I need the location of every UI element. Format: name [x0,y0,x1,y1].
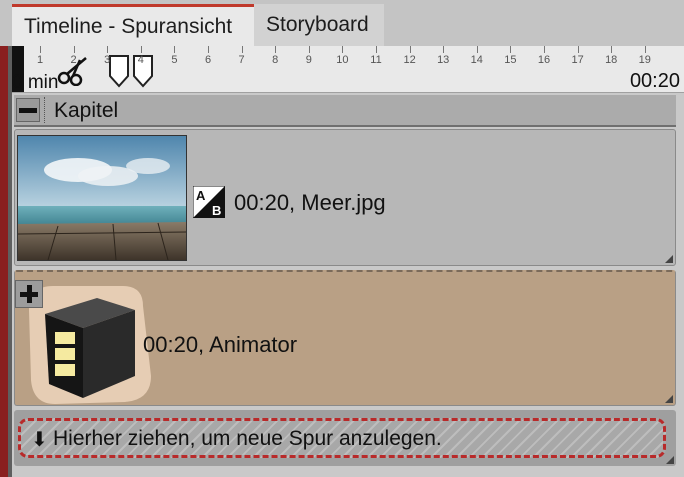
ruler-tick-label: 14 [470,54,483,66]
ruler-tick [476,46,478,53]
tab-timeline[interactable]: Timeline - Spuransicht [12,4,254,46]
ruler-tick [409,46,411,53]
ruler-tick [644,46,646,53]
ruler-tick-label: 11 [370,54,382,66]
ruler-tick [107,46,109,53]
ruler-tick [208,46,209,53]
ruler-tick-label: 15 [504,54,517,66]
ruler-tick [577,46,579,53]
ruler-tick-label: 6 [204,54,212,66]
resize-handle[interactable] [666,456,674,464]
ruler-tick-label: 18 [605,54,618,66]
ruler-tick-label: 1 [36,54,44,66]
marker-icon[interactable] [108,54,156,88]
ruler-tick [611,46,613,53]
track-image[interactable]: A B 00:20, Meer.jpg [14,129,676,266]
tab-bar: Timeline - Spuransicht Storyboard [0,0,684,46]
ruler-tick-label: 3 [104,54,111,66]
resize-handle[interactable] [665,395,673,403]
ruler-tick-label: 7 [238,54,245,66]
collapse-button[interactable] [16,98,40,122]
tab-storyboard-label: Storyboard [266,13,369,36]
ruler-end-label: 00:20 [629,70,680,92]
track-animator[interactable]: 00:20, Animator [14,270,676,406]
ruler-tick [174,46,176,53]
ruler-tick [140,46,142,53]
chapter-label: Kapitel [54,99,119,122]
timeline-left-edge [0,46,12,477]
drop-zone-text: Hierher ziehen, um neue Spur anzulegen. [53,427,442,450]
tab-storyboard[interactable]: Storyboard [254,4,384,46]
chapter-separator [44,97,46,123]
sea-thumbnail-image [17,135,187,261]
drop-zone-target[interactable]: ⬇ Hierher ziehen, um neue Spur anzulegen… [18,418,666,458]
svg-text:B: B [212,203,221,218]
expand-button[interactable] [15,280,43,308]
ruler-tick-label: 17 [571,54,584,66]
ruler-tick [544,46,545,53]
down-arrow-icon: ⬇ [31,429,48,451]
ruler-tick [510,46,512,53]
ruler-tick [241,46,243,53]
svg-text:A: A [196,188,206,203]
ruler-tick-label: 9 [305,54,312,66]
minus-icon [19,107,37,113]
ruler-tick-label: 16 [537,54,551,66]
ab-transition-icon[interactable]: A B [193,186,225,218]
track-animator-label: 00:20, Animator [143,332,298,357]
ruler-tick-label: 19 [638,54,651,66]
ruler-tick [73,46,75,53]
ruler-tick-label: 13 [437,54,450,66]
ruler-start-label: 0 min [12,72,59,93]
ruler-tick-label: 5 [171,54,178,66]
ruler-tick-label: 10 [336,54,349,66]
ruler-tick-label: 12 [403,54,416,66]
ruler-tick [443,46,445,53]
animator-box-icon [29,286,151,404]
ruler-tick-label: 2 [70,54,77,66]
ruler-tick [40,46,41,53]
ruler-tick [376,46,377,53]
ruler-tick [342,46,344,53]
track-image-label: 00:20, Meer.jpg [234,190,386,215]
resize-handle[interactable] [665,255,673,263]
ruler-tick-label: 8 [272,54,279,66]
drop-zone[interactable]: ⬇ Hierher ziehen, um neue Spur anzulegen… [14,410,676,466]
ruler-tick-label: 4 [137,54,144,66]
ruler-tick [308,46,310,53]
chapter-row[interactable]: Kapitel [14,95,676,127]
tab-timeline-label: Timeline - Spuransicht [24,14,233,38]
time-ruler[interactable]: 0 min 00:20 1 2 3 4 5 6 7 8 9 10 11 12 13 14 15 16 17 18 1… [12,46,684,93]
ruler-tick [275,46,277,53]
